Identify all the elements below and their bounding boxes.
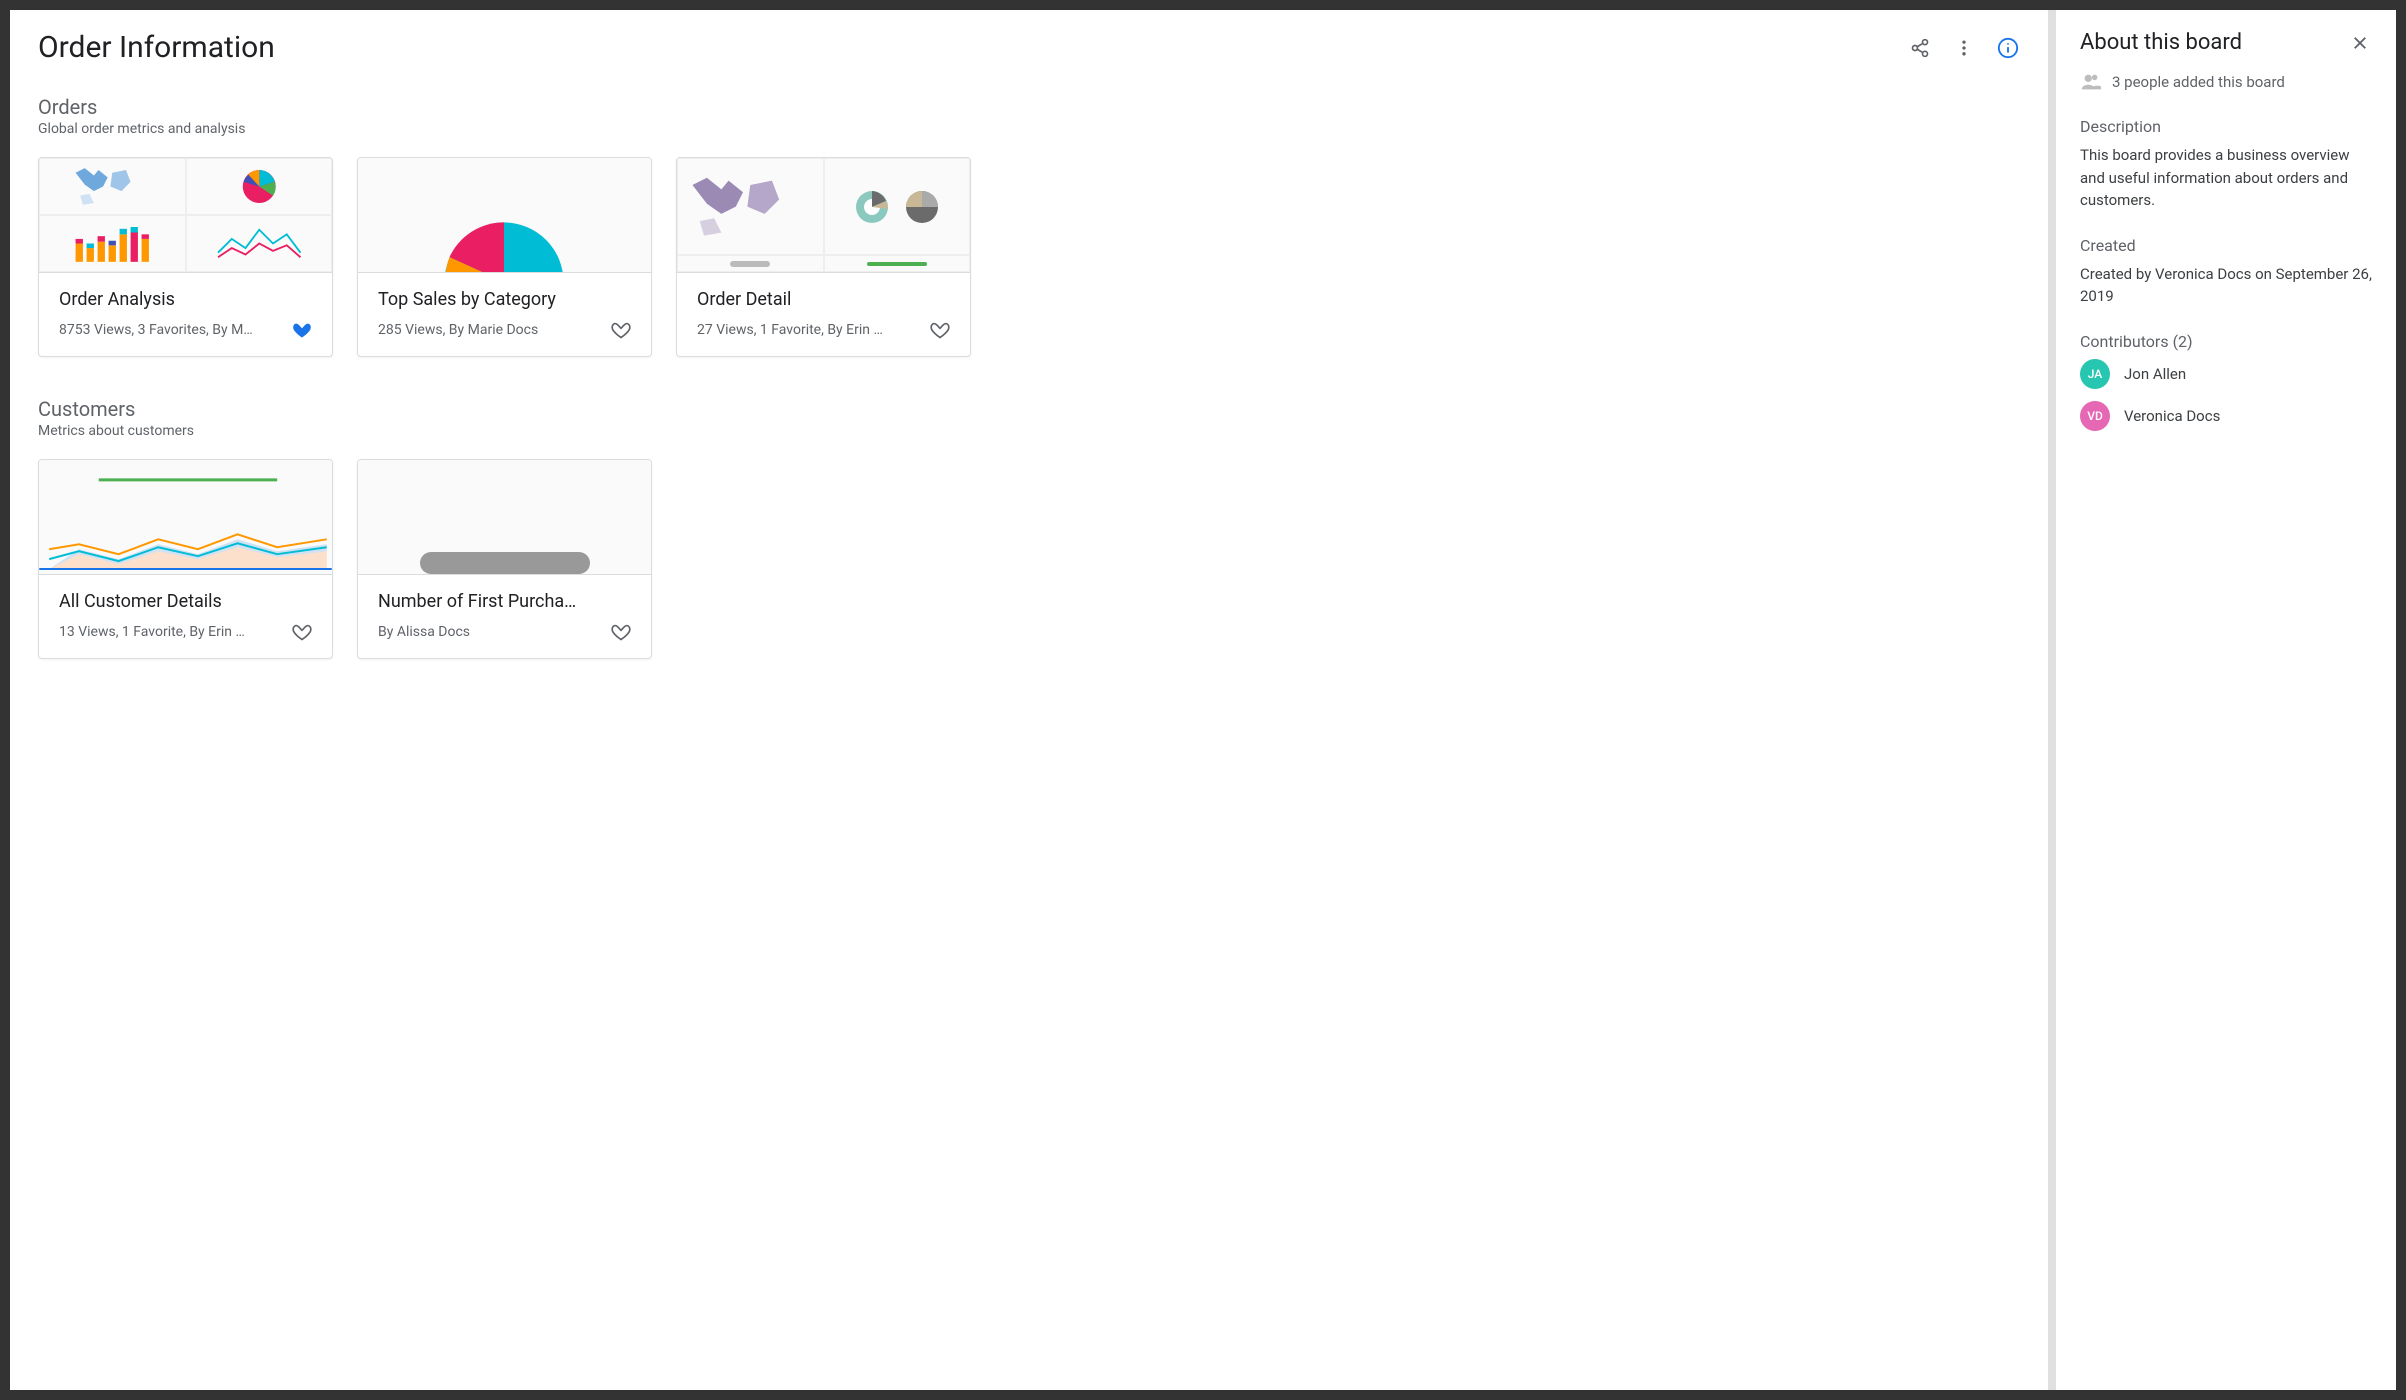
card-title: Number of First Purcha… (378, 591, 631, 612)
contributor-row: VD Veronica Docs (2080, 401, 2372, 431)
description-label: Description (2080, 117, 2372, 136)
card-meta: 8753 Views, 3 Favorites, By M… (59, 322, 284, 338)
card-number-first-purchases[interactable]: Number of First Purcha… By Alissa Docs (357, 459, 652, 659)
page-title: Order Information (38, 30, 275, 65)
sidebar-title: About this board (2080, 30, 2242, 55)
more-icon[interactable] (1952, 36, 1976, 60)
section-subtitle-customers: Metrics about customers (38, 423, 2020, 439)
created-text: Created by Veronica Docs on September 26… (2080, 263, 2372, 308)
card-thumbnail (677, 158, 970, 273)
avatar: VD (2080, 401, 2110, 431)
share-icon[interactable] (1908, 36, 1932, 60)
contributor-row: JA Jon Allen (2080, 359, 2372, 389)
card-meta: 285 Views, By Marie Docs (378, 322, 603, 338)
contributors-label: Contributors (2) (2080, 332, 2372, 351)
contributor-name: Jon Allen (2124, 365, 2186, 383)
card-meta: 27 Views, 1 Favorite, By Erin … (697, 322, 922, 338)
card-order-detail[interactable]: Order Detail 27 Views, 1 Favorite, By Er… (676, 157, 971, 357)
close-icon[interactable] (2348, 31, 2372, 55)
card-thumbnail (39, 460, 332, 575)
card-title: Order Detail (697, 289, 950, 310)
section-title-orders: Orders (38, 95, 2020, 119)
heart-outline-icon[interactable] (292, 622, 312, 642)
card-title: All Customer Details (59, 591, 312, 612)
heart-outline-icon[interactable] (611, 320, 631, 340)
panel-divider[interactable] (2048, 10, 2056, 1390)
people-text: 3 people added this board (2112, 73, 2285, 91)
card-order-analysis[interactable]: Order Analysis 8753 Views, 3 Favorites, … (38, 157, 333, 357)
heart-outline-icon[interactable] (611, 622, 631, 642)
avatar: JA (2080, 359, 2110, 389)
card-all-customer-details[interactable]: All Customer Details 13 Views, 1 Favorit… (38, 459, 333, 659)
description-text: This board provides a business overview … (2080, 144, 2372, 212)
heart-outline-icon[interactable] (930, 320, 950, 340)
card-thumbnail (358, 158, 651, 273)
section-title-customers: Customers (38, 397, 2020, 421)
info-icon[interactable] (1996, 36, 2020, 60)
card-title: Order Analysis (59, 289, 312, 310)
heart-filled-icon[interactable] (292, 320, 312, 340)
card-thumbnail (39, 158, 332, 273)
card-title: Top Sales by Category (378, 289, 631, 310)
card-meta: 13 Views, 1 Favorite, By Erin … (59, 624, 284, 640)
card-meta: By Alissa Docs (378, 624, 603, 640)
card-top-sales[interactable]: Top Sales by Category 285 Views, By Mari… (357, 157, 652, 357)
section-subtitle-orders: Global order metrics and analysis (38, 121, 2020, 137)
created-label: Created (2080, 236, 2372, 255)
contributor-name: Veronica Docs (2124, 407, 2220, 425)
card-thumbnail (358, 460, 651, 575)
people-icon (2080, 71, 2102, 93)
